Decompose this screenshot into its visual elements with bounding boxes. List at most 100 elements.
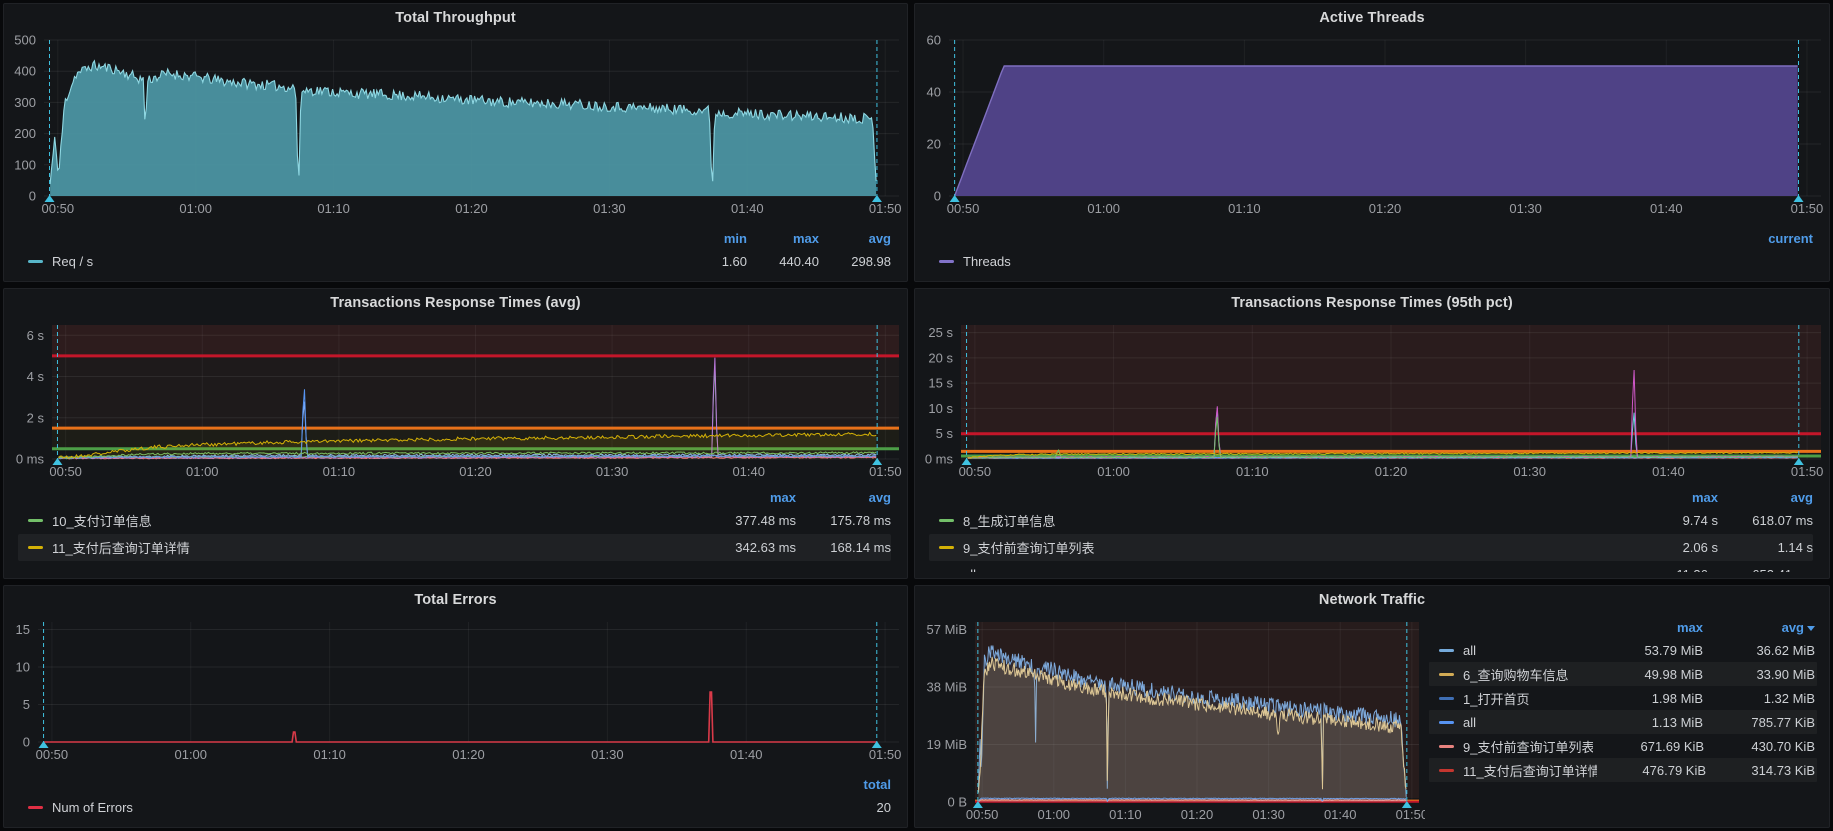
legend-column-header[interactable]: max: [747, 231, 819, 246]
legend-column-header[interactable]: avg: [819, 231, 891, 246]
series-color-dash-icon: [1439, 745, 1454, 748]
threads-legend: current Threads: [929, 228, 1813, 275]
throughput-legend: minmaxavgReq / s1.60440.40298.98: [18, 228, 891, 275]
legend-value: 1.13 MiB: [1591, 715, 1703, 730]
legend-series-label[interactable]: 10_支付订单信息: [52, 511, 152, 530]
response-95pct-chart[interactable]: 0 ms5 s10 s15 s20 s25 s00:5001:0001:1001…: [915, 317, 1829, 485]
legend-column-header[interactable]: min: [675, 231, 747, 246]
legend-value: 9.74 s: [1623, 513, 1718, 528]
panel-title: Transactions Response Times (95th pct): [1231, 295, 1513, 311]
legend-series-label[interactable]: Num of Errors: [52, 800, 133, 815]
series-color-dash-icon: [939, 546, 954, 549]
legend-series-label[interactable]: 11_支付后查询订单详情: [52, 538, 190, 557]
series-color-dash-icon: [28, 546, 43, 549]
throughput-chart[interactable]: 010020030040050000:5001:0001:1001:2001:3…: [4, 32, 907, 220]
legend-value: 33.90 MiB: [1703, 667, 1815, 682]
svg-text:10: 10: [16, 660, 30, 675]
svg-text:0: 0: [23, 735, 30, 750]
legend-row[interactable]: all53.79 MiB36.62 MiB: [1429, 638, 1817, 662]
svg-text:01:00: 01:00: [179, 201, 212, 216]
legend-value: 1.14 s: [1718, 540, 1813, 555]
panel-title: Network Traffic: [1319, 592, 1425, 608]
legend-row[interactable]: all11.36 s652.41 ms: [929, 561, 1813, 572]
response-avg-chart[interactable]: 0 ms2 s4 s6 s00:5001:0001:1001:2001:3001…: [4, 317, 907, 485]
legend-value: 1.98 MiB: [1591, 691, 1703, 706]
legend-header-row: total: [18, 774, 891, 794]
svg-text:01:00: 01:00: [1097, 464, 1130, 479]
svg-text:01:20: 01:20: [1375, 464, 1408, 479]
legend-value: 1.60: [675, 254, 747, 269]
legend-series-label[interactable]: Threads: [963, 254, 1011, 269]
legend-value: 2.06 s: [1623, 540, 1718, 555]
legend-column-header[interactable]: avg: [796, 490, 891, 505]
svg-text:01:00: 01:00: [1087, 201, 1120, 216]
network-legend: maxavgall53.79 MiB36.62 MiB6_查询购物车信息49.9…: [1425, 614, 1823, 782]
response-avg-legend: maxavg10_支付订单信息377.48 ms175.78 ms11_支付后查…: [18, 487, 891, 572]
legend-series-label[interactable]: Req / s: [52, 254, 93, 269]
legend-row[interactable]: Num of Errors 20: [18, 794, 891, 821]
legend-column-header[interactable]: current: [1741, 231, 1813, 246]
legend-row[interactable]: 1_打开首页 1.98 MiB1.32 MiB: [1429, 686, 1817, 710]
legend-series-label[interactable]: 1_打开首页: [1463, 689, 1529, 708]
legend-row[interactable]: Threads: [929, 248, 1813, 275]
legend-row[interactable]: 9_支付前查询订单列表671.69 KiB430.70 KiB: [1429, 734, 1817, 758]
svg-text:01:40: 01:40: [1324, 807, 1357, 822]
legend-column-header[interactable]: avg: [1718, 490, 1813, 505]
svg-text:20 s: 20 s: [928, 350, 953, 365]
legend-row[interactable]: Req / s1.60440.40298.98: [18, 248, 891, 275]
legend-series-label[interactable]: 6_查询购物车信息: [1463, 665, 1568, 684]
threads-chart[interactable]: 020406000:5001:0001:1001:2001:3001:4001:…: [915, 32, 1829, 220]
legend-column-header[interactable]: total: [819, 777, 891, 792]
svg-text:01:10: 01:10: [1109, 807, 1142, 822]
legend-column-header[interactable]: max: [1623, 490, 1718, 505]
legend-row[interactable]: 11_支付后查询订单详情342.63 ms168.14 ms: [18, 534, 891, 561]
legend-series-label[interactable]: all: [963, 567, 976, 572]
panel-header[interactable]: Transactions Response Times (avg): [4, 289, 907, 317]
svg-text:01:00: 01:00: [174, 747, 207, 762]
panel-total-throughput: Total Throughput 010020030040050000:5001…: [3, 3, 908, 282]
panel-header[interactable]: Network Traffic: [915, 586, 1829, 614]
series-color-dash-icon: [28, 519, 43, 522]
legend-series-label[interactable]: 9_支付前查询订单列表: [963, 538, 1094, 557]
legend-value: 49.98 MiB: [1591, 667, 1703, 682]
panel-total-errors: Total Errors 05101500:5001:0001:1001:200…: [3, 585, 908, 828]
legend-column-header[interactable]: max: [701, 490, 796, 505]
legend-series-label[interactable]: 8_生成订单信息: [963, 511, 1055, 530]
panel-header[interactable]: Active Threads: [915, 4, 1829, 32]
svg-text:01:10: 01:10: [1228, 201, 1261, 216]
response-95pct-legend: maxavg8_生成订单信息9.74 s618.07 ms9_支付前查询订单列表…: [929, 487, 1813, 572]
legend-value: 652.41 ms: [1718, 567, 1813, 572]
svg-text:400: 400: [14, 64, 36, 79]
legend-row[interactable]: 11_支付后查询订单详情476.79 KiB314.73 KiB: [1429, 758, 1817, 782]
legend-column-header[interactable]: max: [1591, 620, 1703, 635]
legend-row[interactable]: 6_查询购物车信息 49.98 MiB33.90 MiB: [1429, 662, 1817, 686]
svg-text:01:40: 01:40: [731, 201, 764, 216]
legend-value: 314.73 KiB: [1706, 763, 1815, 778]
errors-chart[interactable]: 05101500:5001:0001:1001:2001:3001:4001:5…: [4, 614, 907, 766]
legend-series-label[interactable]: all: [1463, 715, 1476, 730]
legend-header-row: maxavg: [1429, 616, 1817, 638]
svg-text:01:40: 01:40: [732, 464, 765, 479]
panel-header[interactable]: Transactions Response Times (95th pct): [915, 289, 1829, 317]
legend-series-label[interactable]: 9_支付前查询订单列表: [1463, 737, 1593, 756]
legend-row[interactable]: 10_支付订单信息377.48 ms175.78 ms: [18, 507, 891, 534]
legend-series-label[interactable]: all: [1463, 643, 1476, 658]
svg-text:00:50: 00:50: [49, 464, 82, 479]
panel-header[interactable]: Total Errors: [4, 586, 907, 614]
legend-value: 20: [819, 800, 891, 815]
panel-header[interactable]: Total Throughput: [4, 4, 907, 32]
svg-text:60: 60: [927, 33, 941, 48]
series-color-dash-icon: [1439, 697, 1454, 700]
legend-column-header[interactable]: avg: [1703, 620, 1815, 635]
svg-text:2 s: 2 s: [27, 410, 45, 425]
svg-text:01:40: 01:40: [1650, 201, 1683, 216]
network-chart[interactable]: 0 B19 MiB38 MiB57 MiB00:5001:0001:1001:2…: [917, 614, 1425, 826]
legend-header-row: maxavg: [929, 487, 1813, 507]
svg-text:01:50: 01:50: [869, 464, 902, 479]
legend-series-label[interactable]: 11_支付后查询订单详情: [1463, 761, 1597, 780]
legend-row[interactable]: 8_生成订单信息9.74 s618.07 ms: [929, 507, 1813, 534]
legend-row[interactable]: 9_支付前查询订单列表 2.06 s1.14 s: [929, 534, 1813, 561]
legend-value: 1.32 MiB: [1703, 691, 1815, 706]
svg-text:01:10: 01:10: [323, 464, 356, 479]
legend-row[interactable]: all1.13 MiB785.77 KiB: [1429, 710, 1817, 734]
